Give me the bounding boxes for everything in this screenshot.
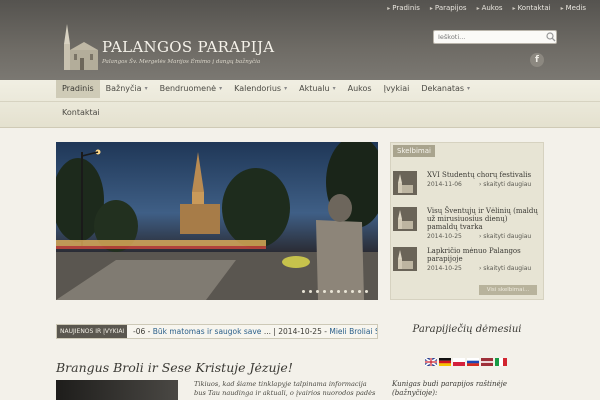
notice-thumbnail[interactable] — [393, 171, 417, 195]
flag-it-icon[interactable] — [495, 358, 507, 366]
chevron-down-icon: ▾ — [467, 85, 471, 92]
nav-item-aukos[interactable]: Aukos — [342, 80, 378, 98]
top-link[interactable]: ▸ Kontaktai — [513, 4, 551, 12]
nav-label: Įvykiai — [383, 84, 410, 93]
nav-item-kontaktai[interactable]: Kontaktai — [56, 104, 106, 122]
flag-de-icon[interactable] — [439, 358, 451, 366]
welcome-text: Tikiuos, kad šiame tinklapyje talpinama … — [194, 380, 376, 397]
notice-title[interactable]: Lapkričio mėnuo Palangos parapijoje — [427, 247, 539, 263]
slider-dot[interactable] — [323, 290, 326, 293]
top-link[interactable]: ▸ Medis — [561, 4, 586, 12]
slider-dot[interactable] — [365, 290, 368, 293]
notice-date: 2014-10-25 — [427, 233, 462, 240]
nav-row: Pradinis Bažnyčia ▾ Bendruomenė ▾ Kalendor… — [56, 80, 476, 98]
site-title[interactable]: PALANGOS PARAPIJA — [102, 38, 274, 56]
chevron-down-icon: ▾ — [284, 85, 288, 92]
top-link-label[interactable]: Kontaktai — [518, 4, 551, 12]
notices-title: Skelbimai — [393, 145, 435, 157]
read-more-link[interactable]: › skaityti daugiau — [479, 181, 531, 188]
slider-dot[interactable] — [337, 290, 340, 293]
notice-item[interactable]: Lapkričio mėnuo Palangos parapijoje 2014… — [393, 247, 541, 283]
welcome-image — [56, 380, 178, 400]
notice-item[interactable]: Visų Šventųjų ir Vėlinių (maldų už mirus… — [393, 207, 541, 243]
top-link[interactable]: ▸ Parapijos — [430, 4, 467, 12]
notice-thumbnail[interactable] — [393, 207, 417, 231]
nav-label: Pradinis — [62, 84, 94, 93]
church-thumb-icon — [393, 207, 417, 231]
top-link-label[interactable]: Parapijos — [435, 4, 467, 12]
nav-label: Kalendorius — [234, 84, 282, 93]
sidebar-text: Kunigas budi parapijos raštinėje (bažnyč… — [392, 380, 507, 397]
slider-dot[interactable] — [302, 290, 305, 293]
chevron-down-icon: ▾ — [219, 85, 223, 92]
notice-title[interactable]: XVI Studentų chorų festivalis — [427, 171, 539, 179]
welcome-heading: Brangus Broli ir Sese Kristuje Jėzuje! — [56, 360, 293, 375]
nav-label: Dekanatas — [421, 84, 465, 93]
ticker-link[interactable]: Būk matomas ir saugok save — [153, 327, 262, 336]
flag-lv-icon[interactable] — [481, 358, 493, 366]
ticker-date: ... | 2014-10-25 - — [261, 327, 330, 336]
top-link-label[interactable]: Medis — [566, 4, 586, 12]
search-icon[interactable] — [546, 32, 556, 42]
nav-item-aktualu[interactable]: Aktualu ▾ — [293, 80, 342, 98]
nav-item-baznycia[interactable]: Bažnyčia ▾ — [100, 80, 154, 98]
notice-thumbnail[interactable] — [393, 247, 417, 271]
top-links: ▸ Pradinis ▸ Parapijos ▸ Aukos ▸ Kontaktai ▸… — [387, 4, 586, 12]
nav-label: Aktualu — [299, 84, 330, 93]
nav-divider — [0, 101, 600, 102]
slider-dot[interactable] — [344, 290, 347, 293]
notice-date: 2014-10-25 — [427, 265, 462, 272]
church-thumb-icon — [393, 247, 417, 271]
nav-item-kalendorius[interactable]: Kalendorius ▾ — [228, 80, 293, 98]
ticker-label: NAUJIENOS IR ĮVYKIAI — [57, 325, 128, 338]
site-subtitle: Palangos Šv. Mergelės Marijos Ėmimo į da… — [102, 59, 261, 65]
main-nav: Pradinis Bažnyčia ▾ Bendruomenė ▾ Kalendor… — [0, 80, 600, 128]
notice-title[interactable]: Visų Šventųjų ir Vėlinių (maldų už mirus… — [427, 207, 539, 231]
facebook-icon[interactable]: f — [530, 53, 544, 67]
slider-dot[interactable] — [358, 290, 361, 293]
top-link[interactable]: ▸ Aukos — [477, 4, 503, 12]
sidebar-title: Parapijiečių dėmesiui — [412, 324, 522, 335]
ticker-link[interactable]: Mieli Broliai Seser — [329, 327, 377, 336]
church-logo-icon — [64, 24, 98, 70]
all-notices-button[interactable]: Visi skelbimai... — [479, 285, 537, 295]
slider-dot[interactable] — [316, 290, 319, 293]
nav-item-bendruomene[interactable]: Bendruomenė ▾ — [154, 80, 229, 98]
nav-label: Kontaktai — [62, 108, 100, 117]
read-more-link[interactable]: › skaityti daugiau — [479, 265, 531, 272]
nav-item-dekanatas[interactable]: Dekanatas ▾ — [415, 80, 476, 98]
nav-label: Aukos — [347, 84, 372, 93]
ticker-date: -06 - — [133, 327, 153, 336]
church-night-photo — [56, 142, 378, 300]
notice-item[interactable]: XVI Studentų chorų festivalis 2014-11-06… — [393, 171, 541, 207]
slider-dot[interactable] — [309, 290, 312, 293]
nav-item-ivykiai[interactable]: Įvykiai — [378, 80, 416, 98]
notices-box: Skelbimai XVI Studentų chorų festivalis … — [390, 142, 544, 300]
chevron-down-icon: ▾ — [332, 85, 336, 92]
site-header: ▸ Pradinis ▸ Parapijos ▸ Aukos ▸ Kontaktai ▸… — [0, 0, 600, 80]
language-flags — [425, 358, 507, 366]
nav-row: Kontaktai — [56, 104, 106, 122]
church-thumb-icon — [393, 171, 417, 195]
nav-label: Bažnyčia — [105, 84, 142, 93]
nav-label: Bendruomenė — [159, 84, 217, 93]
flag-ru-icon[interactable] — [467, 358, 479, 366]
read-more-link[interactable]: › skaityti daugiau — [479, 233, 531, 240]
notice-date: 2014-11-06 — [427, 181, 462, 188]
flag-pl-icon[interactable] — [453, 358, 465, 366]
image-slider[interactable] — [56, 142, 378, 300]
news-ticker: NAUJIENOS IR ĮVYKIAI -06 - Būk matomas i… — [56, 324, 378, 339]
search-input[interactable]: Ieškoti... — [433, 30, 557, 44]
slider-dot[interactable] — [351, 290, 354, 293]
top-link[interactable]: ▸ Pradinis — [387, 4, 420, 12]
site-logo[interactable]: PALANGOS PARAPIJA Palangos Šv. Mergelės … — [60, 20, 274, 74]
top-link-label[interactable]: Pradinis — [392, 4, 420, 12]
flag-uk-icon[interactable] — [425, 358, 437, 366]
top-link-label[interactable]: Aukos — [482, 4, 503, 12]
slider-dot[interactable] — [330, 290, 333, 293]
nav-item-pradinis[interactable]: Pradinis — [56, 80, 100, 98]
chevron-down-icon: ▾ — [144, 85, 148, 92]
ticker-text: -06 - Būk matomas ir saugok save ... | 2… — [133, 325, 377, 338]
slider-dots — [302, 290, 368, 293]
